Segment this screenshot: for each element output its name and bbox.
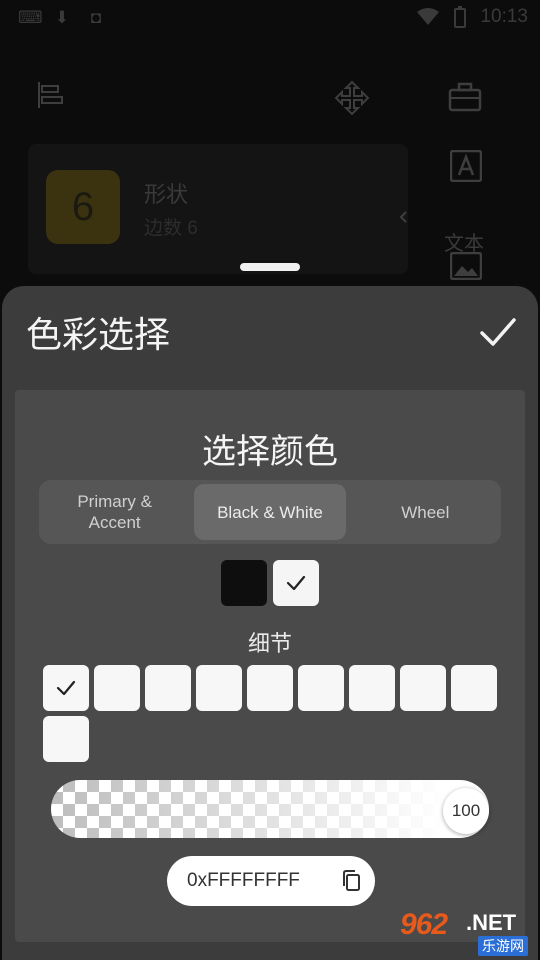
shade-swatch[interactable] <box>196 665 242 711</box>
check-icon <box>480 318 516 346</box>
chevron-left-icon <box>399 211 407 223</box>
color-picker-sheet: 色彩选择 选择颜色 Primary & Accent Black & White… <box>2 286 538 960</box>
status-icons-right: 10:13 <box>416 6 528 28</box>
watermark-sub: 乐游网 <box>478 936 528 956</box>
shade-swatch[interactable] <box>247 665 293 711</box>
status-time: 10:13 <box>480 6 528 27</box>
shade-swatch[interactable] <box>451 665 497 711</box>
shade-grid <box>43 665 503 762</box>
confirm-button[interactable] <box>476 310 520 354</box>
color-panel: 选择颜色 Primary & Accent Black & White Whee… <box>15 390 525 942</box>
shade-swatch[interactable] <box>145 665 191 711</box>
text-tool-label: 文本 <box>444 233 484 255</box>
shade-swatch[interactable] <box>43 716 89 762</box>
alpha-slider[interactable] <box>51 780 489 838</box>
battery-icon <box>454 6 467 28</box>
copy-button[interactable] <box>339 868 365 894</box>
move-icon <box>334 80 370 116</box>
tab-label: Black & White <box>217 502 323 522</box>
shade-swatch[interactable] <box>349 665 395 711</box>
tab-label: Primary & Accent <box>77 492 152 532</box>
watermark: 962 .NET 乐游网 <box>400 908 536 958</box>
screenshot-icon: ◘ <box>90 8 102 27</box>
wifi-icon <box>417 8 440 25</box>
alpha-value: 100 <box>451 801 481 820</box>
layer-subtitle: 边数 6 <box>144 218 198 239</box>
sheet-drag-handle[interactable] <box>240 263 300 271</box>
black-swatch[interactable] <box>221 560 267 606</box>
status-icons-left: ⌨ ⬇ ◘ <box>18 8 106 28</box>
sheet-title: 色彩选择 <box>26 314 171 355</box>
check-icon <box>56 680 76 696</box>
shade-swatch[interactable] <box>298 665 344 711</box>
hex-value: 0xFFFFFFFF <box>187 870 300 891</box>
download-icon: ⬇ <box>54 8 70 27</box>
check-icon <box>286 575 306 591</box>
layer-badge: 6 <box>46 170 120 244</box>
white-swatch[interactable] <box>273 560 319 606</box>
shade-swatch[interactable] <box>400 665 446 711</box>
copy-icon <box>343 870 360 891</box>
watermark-logo-suffix: .NET <box>466 910 517 935</box>
tab-label: Wheel <box>401 502 450 522</box>
shade-swatch[interactable] <box>94 665 140 711</box>
keyboard-icon: ⌨ <box>18 8 43 27</box>
status-bar: ⌨ ⬇ ◘ 10:13 <box>0 0 540 36</box>
alpha-slider-thumb[interactable]: 100 <box>443 788 489 834</box>
panel-title: 选择颜色 <box>202 433 338 471</box>
text-tool-icon <box>450 150 482 182</box>
align-icon <box>38 82 63 108</box>
detail-label: 细节 <box>247 631 292 656</box>
toolbox-icon <box>448 82 482 112</box>
layer-title: 形状 <box>144 182 189 207</box>
tab-primary-accent[interactable]: Primary & Accent <box>39 480 190 544</box>
mode-tabs: Primary & Accent Black & White Wheel <box>39 480 501 544</box>
background-app: 6 形状 边数 6 文本 <box>0 36 540 296</box>
image-tool-icon <box>450 252 482 280</box>
tab-black-white[interactable]: Black & White <box>194 484 346 540</box>
hex-value-field[interactable]: 0xFFFFFFFF <box>167 856 375 906</box>
shade-swatch-selected[interactable] <box>43 665 89 711</box>
base-color-row <box>221 560 319 606</box>
watermark-logo: 962 <box>400 908 448 941</box>
tab-wheel[interactable]: Wheel <box>350 480 501 544</box>
